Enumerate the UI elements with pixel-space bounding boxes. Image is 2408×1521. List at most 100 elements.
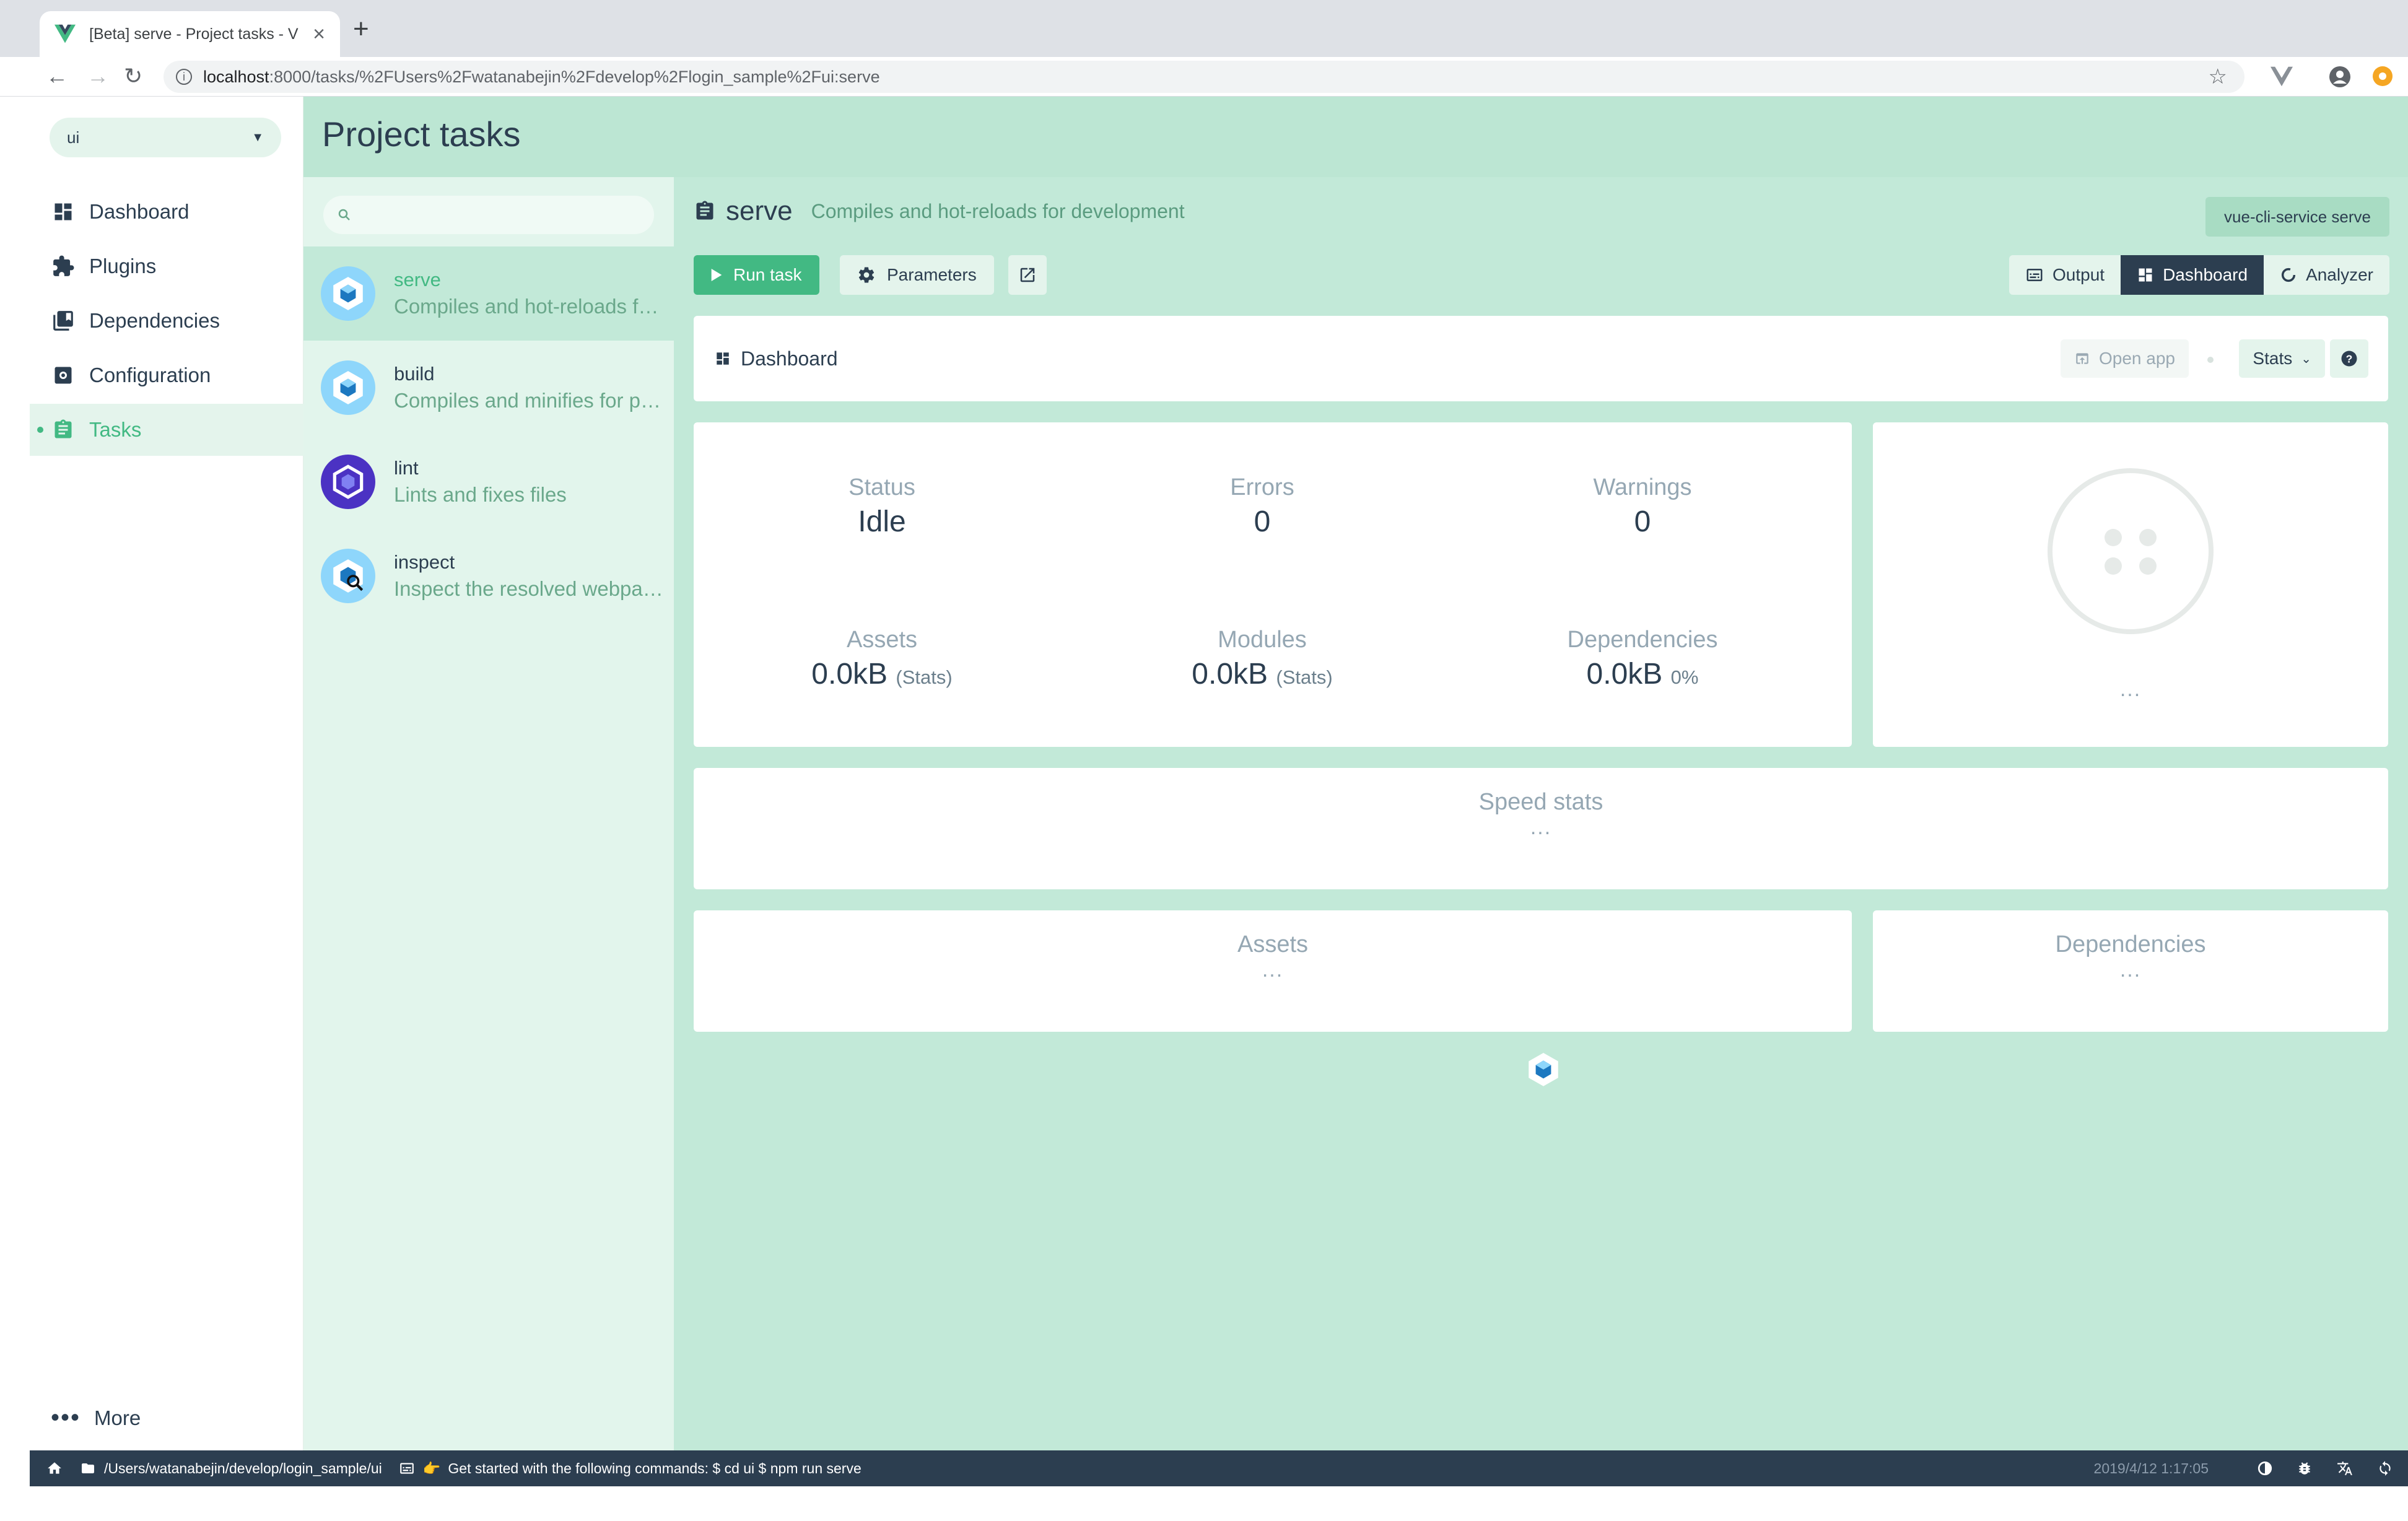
play-icon [711,269,722,281]
home-icon [48,1462,61,1474]
task-item-lint[interactable]: lint Lints and fixes files [303,435,674,529]
stat-errors: Errors 0 [1076,474,1448,539]
open-in-new-icon [1018,266,1037,284]
open-in-new-button[interactable] [1008,255,1047,295]
task-description: Lints and fixes files [394,483,567,506]
tab-dashboard[interactable]: Dashboard [2121,255,2264,295]
chevron-down-icon: ⌄ [2301,352,2311,366]
bug-report-icon[interactable] [2297,1460,2313,1476]
speed-stats-card: Speed stats ... [694,768,2388,889]
info-icon[interactable]: i [176,69,192,85]
puzzle-icon [51,254,76,279]
url-path: :8000/tasks/%2FUsers%2Fwatanabejin%2Fdev… [269,67,880,86]
assets-ellipsis: ... [1262,958,1284,982]
sidebar-item-dependencies[interactable]: Dependencies [30,295,303,347]
console-log-message[interactable]: 👉 Get started with the following command… [398,1460,862,1477]
dashboard-icon [2137,266,2154,284]
task-header: serve Compiles and hot-reloads for devel… [694,196,1185,227]
task-content: serve Compiles and hot-reloads for devel… [674,177,2408,1450]
view-toggle: Output Dashboard Analyzer [2009,255,2389,295]
sidebar-item-label: Tasks [89,418,142,441]
bookmark-star-icon[interactable]: ☆ [2209,64,2227,89]
progress-status-ellipsis: ... [2119,678,2142,701]
command-badge: vue-cli-service serve [2205,197,2389,237]
progress-dot [2105,529,2122,546]
sidebar-item-plugins[interactable]: Plugins [30,240,303,292]
progress-ring [2048,468,2214,634]
stat-dependencies: Dependencies 0.0kB 0% [1457,627,1828,691]
account-icon[interactable] [2329,66,2351,88]
stat-modules: Modules 0.0kB (Stats) [1076,627,1448,691]
extension-badge-icon[interactable] [2372,66,2393,87]
project-name: ui [67,128,80,147]
stat-value: 0 [1634,505,1651,538]
refresh-icon[interactable] [2377,1460,2393,1476]
status-bar-right: 2019/4/12 1:17:05 [2094,1450,2393,1486]
pointing-hand-icon: 👉 [422,1460,441,1476]
vue-devtools-extension-icon[interactable] [2271,66,2293,88]
tab-output-label: Output [2052,265,2105,284]
project-path-text: /Users/watanabejin/develop/login_sample/… [104,1460,382,1476]
svg-text:?: ? [2346,352,2353,365]
stat-label: Warnings [1593,474,1692,500]
task-item-build[interactable]: build Compiles and minifies for producti… [303,341,674,435]
stat-sub: (Stats) [1276,666,1333,688]
tab-output[interactable]: Output [2009,255,2121,295]
active-indicator [37,427,43,433]
chevron-down-icon: ▼ [251,130,264,144]
close-tab-icon[interactable]: × [313,22,325,46]
status-time: 2019/4/12 1:17:05 [2093,1460,2209,1476]
run-task-label: Run task [733,265,802,284]
new-tab-button[interactable]: + [353,14,369,45]
task-item-serve[interactable]: serve Compiles and hot-reloads for devel… [303,246,674,341]
stat-value: 0.0kB [811,658,888,691]
task-item-inspect[interactable]: inspect Inspect the resolved webpack con… [303,529,674,623]
project-path[interactable]: /Users/watanabejin/develop/login_sample/… [79,1460,382,1477]
page-title: Project tasks [322,115,521,154]
stat-warnings: Warnings 0 [1457,474,1828,539]
task-name: build [394,363,435,385]
more-button[interactable]: ••• More [51,1404,141,1432]
stat-assets: Assets 0.0kB (Stats) [696,627,1068,691]
webpack-logo-icon [1529,1053,1558,1086]
browser-tab[interactable]: [Beta] serve - Project tasks - V × [40,11,340,57]
dark-mode-icon[interactable] [2257,1460,2273,1476]
sidebar-item-configuration[interactable]: Configuration [30,349,303,401]
stat-label: Modules [1218,627,1307,653]
project-select[interactable]: ui ▼ [50,118,281,157]
forward-icon[interactable]: → [87,63,109,89]
task-name: lint [394,457,419,479]
parameters-button[interactable]: Parameters [840,255,994,295]
run-task-button[interactable]: Run task [694,255,819,295]
dashboard-title: Dashboard [741,347,838,370]
search-input[interactable] [360,205,645,225]
stats-select[interactable]: Stats ⌄ [2239,339,2325,378]
settings-applications-icon [51,363,76,388]
more-horiz-icon: ••• [51,1404,81,1431]
browser-tab-strip: [Beta] serve - Project tasks - V × + [0,0,2408,57]
task-title: serve [726,196,793,226]
back-icon[interactable]: ← [46,63,68,89]
reload-icon[interactable]: ↻ [124,63,142,89]
address-bar: ← → ↻ i localhost:8000/tasks/%2FUsers%2F… [0,57,2408,97]
stat-label: Assets [846,627,918,653]
sidebar-item-dashboard[interactable]: Dashboard [30,186,303,238]
browser-tab-title: [Beta] serve - Project tasks - V [89,25,299,43]
home-button[interactable] [46,1460,63,1476]
sidebar-item-label: Dependencies [89,309,220,332]
progress-dot [2139,529,2157,546]
webpack-icon [321,266,375,321]
translate-icon[interactable] [2336,1460,2353,1476]
url-field[interactable]: i localhost:8000/tasks/%2FUsers%2Fwatana… [164,61,2244,93]
open-app-button[interactable]: Open app [2061,339,2189,378]
sidebar-item-tasks[interactable]: Tasks [30,404,303,456]
page-header: Project tasks [303,97,2408,177]
stats-select-value: Stats [2253,349,2293,368]
stat-label: Status [848,474,915,500]
tab-analyzer[interactable]: Analyzer [2264,255,2389,295]
help-icon: ? [2341,351,2357,367]
dashboard-icon [717,352,729,365]
task-name: inspect [394,551,455,573]
help-button[interactable]: ? [2330,339,2368,378]
open-app-label: Open app [2099,349,2175,368]
